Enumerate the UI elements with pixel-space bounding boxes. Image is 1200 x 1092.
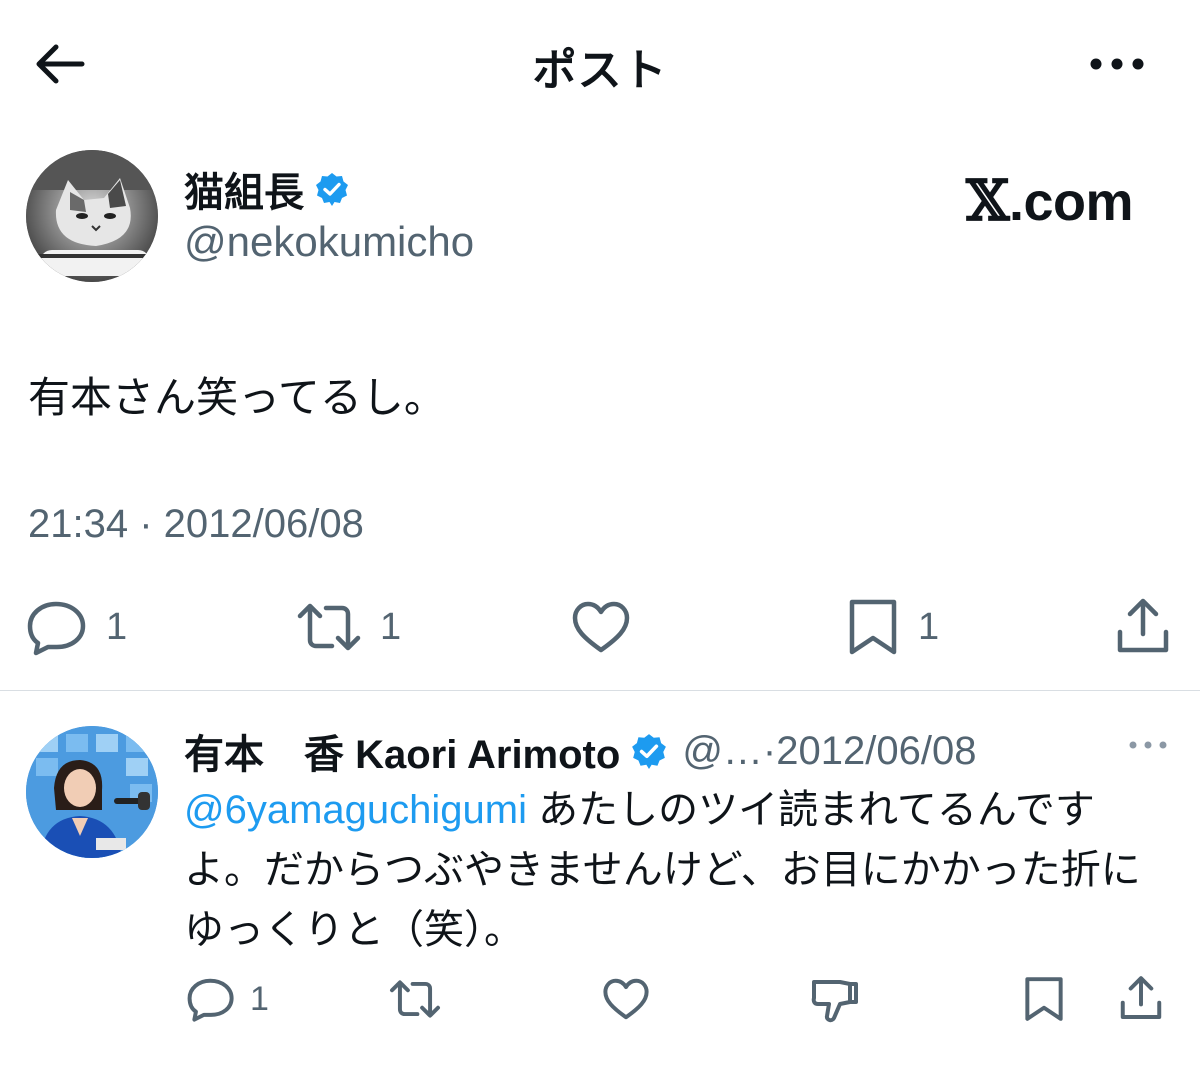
downvote-button[interactable] <box>810 976 860 1024</box>
reply-header: 有本 香 Kaori Arimoto @… · 2012/06/08 <box>184 722 976 780</box>
reply-button[interactable]: 1 <box>26 598 127 656</box>
bookmark-icon <box>849 599 897 655</box>
page-title: ポスト <box>532 46 668 95</box>
thumbs-down-icon <box>811 980 858 1023</box>
x-com-watermark: 𝕏 .com <box>966 168 1134 234</box>
author-name[interactable]: 猫組長 <box>184 160 304 218</box>
verified-badge-icon <box>632 734 667 769</box>
more-horizontal-icon <box>1090 58 1144 70</box>
heart-icon <box>603 978 649 1020</box>
author-name-row[interactable]: 猫組長 <box>184 160 350 218</box>
share-button[interactable] <box>1118 974 1164 1022</box>
reply-count: 1 <box>106 605 128 648</box>
x-logo: 𝕏 <box>966 168 1009 234</box>
bookmark-button[interactable] <box>1022 976 1066 1022</box>
more-horizontal-icon <box>1129 741 1167 749</box>
reply-icon <box>27 601 86 656</box>
bookmark-icon <box>1025 977 1063 1021</box>
post-timestamp[interactable]: 21:34 · 2012/06/08 <box>28 502 364 547</box>
cat-avatar-image <box>26 150 158 282</box>
share-icon <box>1120 976 1162 1020</box>
author-handle[interactable]: @nekokumicho <box>184 218 474 266</box>
reply-author-handle[interactable]: @… <box>682 729 763 774</box>
avatar[interactable] <box>26 726 158 858</box>
repost-icon <box>390 980 440 1018</box>
repost-button[interactable]: 1 <box>296 598 401 656</box>
repost-icon <box>297 603 361 651</box>
reply-button[interactable]: 1 <box>186 976 269 1022</box>
like-button[interactable] <box>570 598 632 656</box>
separator-dot: · <box>762 728 777 773</box>
repost-count: 1 <box>380 605 402 648</box>
divider <box>0 690 1200 691</box>
share-button[interactable] <box>1114 596 1172 656</box>
share-icon <box>1117 598 1169 653</box>
post-text: 有本さん笑ってるし。 <box>28 374 446 421</box>
reply-date[interactable]: 2012/06/08 <box>776 729 976 774</box>
repost-button[interactable] <box>388 976 442 1022</box>
like-button[interactable] <box>600 976 652 1022</box>
mention-link[interactable]: @6yamaguchigumi <box>184 788 527 832</box>
more-button[interactable] <box>1084 40 1150 88</box>
watermark-suffix: .com <box>1008 172 1134 232</box>
reply-text: @6yamaguchigumi あたしのツイ読まれてるんですよ。だからつぶやきま… <box>184 780 1174 960</box>
heart-icon <box>572 601 630 653</box>
bookmark-count: 1 <box>918 605 940 648</box>
verified-badge-icon <box>316 173 348 206</box>
reply-icon <box>187 978 234 1022</box>
avatar[interactable] <box>26 150 158 282</box>
reply-more-button[interactable] <box>1126 730 1170 760</box>
reply-count: 1 <box>250 979 269 1018</box>
reply-author-name[interactable]: 有本 香 Kaori Arimoto <box>184 722 620 780</box>
woman-avatar-image <box>26 726 158 858</box>
bookmark-button[interactable]: 1 <box>846 598 939 656</box>
